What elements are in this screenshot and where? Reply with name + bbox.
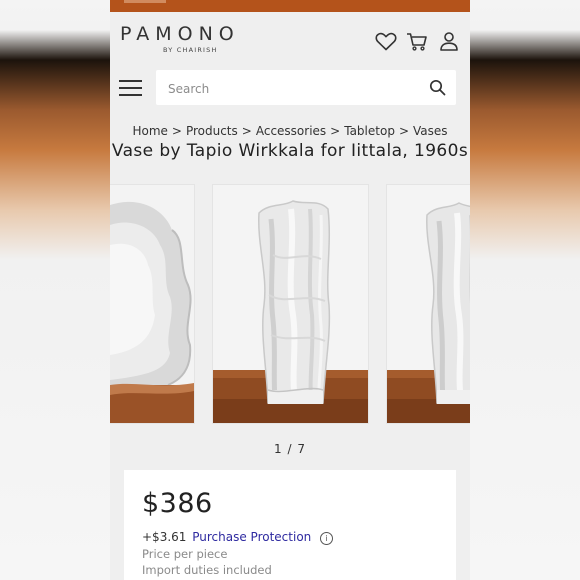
gallery-image-current[interactable] (213, 185, 368, 423)
logo-tagline: BY CHAIRISH (163, 46, 218, 54)
heart-icon[interactable] (374, 30, 398, 52)
site-header: PAMONO BY CHAIRISH (110, 12, 470, 62)
breadcrumb-separator: > (241, 124, 252, 138)
user-icon[interactable] (437, 30, 461, 52)
breadcrumb-tabletop[interactable]: Tabletop (344, 124, 395, 138)
menu-icon[interactable] (119, 77, 143, 99)
breadcrumb-separator: > (330, 124, 341, 138)
gallery-image-previous[interactable] (110, 185, 194, 423)
product-image-carousel[interactable] (110, 185, 470, 425)
purchase-protection-link[interactable]: Purchase Protection (192, 530, 311, 544)
top-banner (110, 0, 470, 12)
breadcrumb-accessories[interactable]: Accessories (256, 124, 326, 138)
price-card: $386 +$3.61 Purchase Protection i Price … (124, 470, 456, 580)
import-duties-note: Import duties included (142, 563, 272, 577)
purchase-protection-row: +$3.61 Purchase Protection i (142, 530, 334, 545)
product-title: Vase by Tapio Wirkkala for Iittala, 1960… (111, 141, 469, 161)
search-icon[interactable] (429, 79, 446, 96)
mobile-page: PAMONO BY CHAIRISH Search Home > Product… (110, 0, 470, 580)
breadcrumb-separator: > (398, 124, 409, 138)
protection-price: +$3.61 (142, 530, 187, 544)
product-price: $386 (142, 488, 213, 519)
price-per-piece-note: Price per piece (142, 547, 228, 561)
logo-wordmark: PAMONO (120, 23, 240, 45)
gallery-counter: 1 / 7 (274, 442, 306, 456)
top-banner-tab[interactable] (124, 0, 166, 3)
search-input[interactable] (166, 70, 420, 107)
breadcrumb-separator: > (171, 124, 182, 138)
info-icon[interactable]: i (320, 532, 334, 545)
breadcrumb: Home > Products > Accessories > Tabletop > Vases (110, 124, 470, 138)
breadcrumb-home[interactable]: Home (132, 124, 167, 138)
cart-icon[interactable] (405, 30, 429, 52)
breadcrumb-products[interactable]: Products (186, 124, 238, 138)
pamono-logo[interactable]: PAMONO BY CHAIRISH (120, 23, 240, 54)
search-row (110, 62, 470, 116)
search-bar (156, 70, 456, 107)
gallery-image-next[interactable] (387, 185, 470, 423)
breadcrumb-vases[interactable]: Vases (413, 124, 448, 138)
